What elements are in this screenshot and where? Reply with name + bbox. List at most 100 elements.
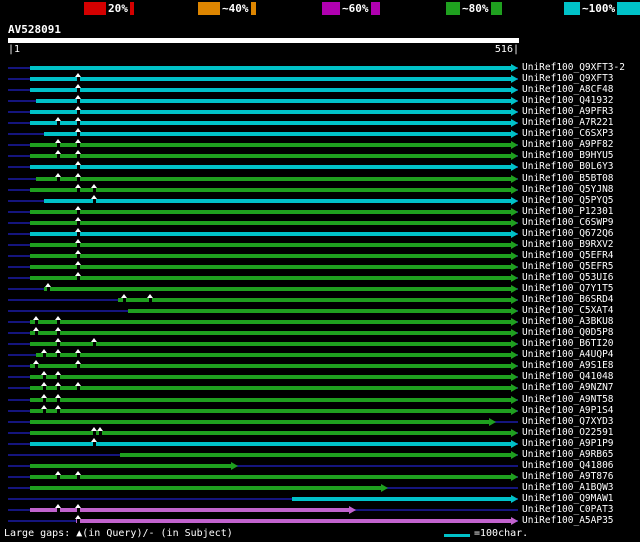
- gap-notch: [34, 320, 38, 325]
- hit-accession[interactable]: UniRef100_Q0D5P8: [522, 327, 614, 338]
- alignment-row: UniRef100_A7R221: [0, 117, 640, 128]
- alignment-bar[interactable]: [43, 132, 511, 137]
- hit-accession[interactable]: UniRef100_Q53UI6: [522, 272, 614, 283]
- alignment-bar[interactable]: [29, 209, 511, 214]
- arrowhead-icon: [511, 163, 518, 172]
- hit-accession[interactable]: UniRef100_P12301: [522, 206, 614, 217]
- alignment-bar[interactable]: [29, 110, 511, 115]
- gap-notch: [77, 519, 81, 524]
- query-accession: AV528091: [8, 23, 61, 36]
- hit-accession[interactable]: UniRef100_Q5PYQ5: [522, 195, 614, 206]
- hit-accession[interactable]: UniRef100_A7R221: [522, 117, 614, 128]
- alignment-bar[interactable]: [29, 441, 511, 446]
- hit-accession[interactable]: UniRef100_A3BKU8: [522, 316, 614, 327]
- hit-accession[interactable]: UniRef100_A9NZN7: [522, 382, 614, 393]
- arrowhead-icon: [511, 406, 518, 415]
- alignment-bar[interactable]: [29, 397, 511, 402]
- hit-accession[interactable]: UniRef100_B9HYU5: [522, 150, 614, 161]
- hit-accession[interactable]: UniRef100_Q41932: [522, 95, 614, 106]
- alignment-bar[interactable]: [29, 474, 511, 479]
- hit-accession[interactable]: UniRef100_A9T876: [522, 471, 614, 482]
- alignment-bar[interactable]: [29, 253, 511, 258]
- alignment-bar[interactable]: [29, 408, 511, 413]
- gap-notch: [42, 408, 46, 413]
- hit-accession[interactable]: UniRef100_A8CF48: [522, 84, 614, 95]
- hit-accession[interactable]: UniRef100_Q41048: [522, 371, 614, 382]
- alignment-bar[interactable]: [76, 519, 511, 524]
- hit-accession[interactable]: UniRef100_Q7XYD3: [522, 416, 614, 427]
- alignment-bar[interactable]: [29, 242, 511, 247]
- alignment-bar[interactable]: [43, 198, 511, 203]
- hit-accession[interactable]: UniRef100_A9NT58: [522, 394, 614, 405]
- alignment-bar[interactable]: [29, 463, 231, 468]
- alignment-bar[interactable]: [292, 496, 511, 501]
- scale-label: ~60%: [340, 2, 371, 15]
- hit-accession[interactable]: UniRef100_A4UQP4: [522, 349, 614, 360]
- large-gap-triangle-icon: [40, 404, 47, 409]
- hit-accession[interactable]: UniRef100_C5XAT4: [522, 305, 614, 316]
- alignment-bar[interactable]: [29, 165, 511, 170]
- alignment-bar[interactable]: [29, 320, 511, 325]
- hit-accession[interactable]: UniRef100_Q5EFR4: [522, 250, 614, 261]
- hit-accession[interactable]: UniRef100_A9P1S4: [522, 405, 614, 416]
- alignment-bar[interactable]: [35, 99, 511, 104]
- alignment-bar[interactable]: [29, 121, 511, 126]
- alignment-bar[interactable]: [29, 364, 511, 369]
- alignment-bar[interactable]: [29, 485, 382, 490]
- hit-accession[interactable]: UniRef100_C6SXP3: [522, 128, 614, 139]
- alignment-bar[interactable]: [29, 264, 511, 269]
- large-gap-triangle-icon: [75, 360, 82, 365]
- hit-accession[interactable]: UniRef100_A9P1P9: [522, 438, 614, 449]
- hit-accession[interactable]: UniRef100_B6SRD4: [522, 294, 614, 305]
- alignment-bar[interactable]: [35, 353, 511, 358]
- hit-accession[interactable]: UniRef100_B5BT08: [522, 173, 614, 184]
- hit-accession[interactable]: UniRef100_Q7Y1T5: [522, 283, 614, 294]
- hit-accession[interactable]: UniRef100_B9RXV2: [522, 239, 614, 250]
- hit-accession[interactable]: UniRef100_A9PF82: [522, 139, 614, 150]
- hit-accession[interactable]: UniRef100_C6SWP9: [522, 217, 614, 228]
- alignment-bar[interactable]: [29, 66, 511, 70]
- alignment-bar[interactable]: [29, 154, 511, 159]
- alignment-bar[interactable]: [43, 287, 511, 291]
- alignment-bar[interactable]: [29, 220, 511, 225]
- hit-accession[interactable]: UniRef100_O22591: [522, 427, 614, 438]
- hit-accession[interactable]: UniRef100_Q9MAW1: [522, 493, 614, 504]
- alignment-row: UniRef100_A9S1E8: [0, 360, 640, 371]
- alignment-row: UniRef100_B9HYU5: [0, 150, 640, 161]
- alignment-bar[interactable]: [29, 419, 490, 424]
- hit-accession[interactable]: UniRef100_A5AP35: [522, 515, 614, 526]
- hit-accession[interactable]: UniRef100_A9S1E8: [522, 360, 614, 371]
- gap-notch: [56, 176, 60, 181]
- hit-accession[interactable]: UniRef100_Q5EFR5: [522, 261, 614, 272]
- hit-accession[interactable]: UniRef100_Q5YJN8: [522, 184, 614, 195]
- hit-accession[interactable]: UniRef100_A1BQW3: [522, 482, 614, 493]
- large-gap-triangle-icon: [75, 349, 82, 354]
- hit-accession[interactable]: UniRef100_C0PAT3: [522, 504, 614, 515]
- arrowhead-icon: [511, 108, 518, 117]
- alignment-bar[interactable]: [29, 231, 511, 236]
- alignment-bar[interactable]: [119, 452, 511, 457]
- hit-accession[interactable]: UniRef100_Q41806: [522, 460, 614, 471]
- alignment-bar[interactable]: [35, 176, 511, 181]
- arrowhead-icon: [511, 351, 518, 360]
- alignment-bar[interactable]: [117, 298, 511, 303]
- hit-accession[interactable]: UniRef100_A9RB65: [522, 449, 614, 460]
- alignment-bar[interactable]: [29, 375, 511, 380]
- alignment-bar[interactable]: [29, 143, 511, 148]
- arrowhead-icon: [511, 97, 518, 106]
- alignment-row: UniRef100_A9PFR3: [0, 106, 640, 117]
- hit-accession[interactable]: UniRef100_A9PFR3: [522, 106, 614, 117]
- alignment-bar[interactable]: [127, 309, 511, 314]
- hit-accession[interactable]: UniRef100_Q672Q6: [522, 228, 614, 239]
- hit-accession[interactable]: UniRef100_Q9XFT3-2: [522, 62, 625, 73]
- alignment-bar[interactable]: [29, 77, 511, 82]
- alignment-bar[interactable]: [29, 187, 511, 192]
- alignment-bar[interactable]: [29, 342, 511, 347]
- alignment-bar[interactable]: [29, 275, 511, 280]
- hit-accession[interactable]: UniRef100_B6TI20: [522, 338, 614, 349]
- alignment-bar[interactable]: [29, 331, 511, 336]
- hit-accession[interactable]: UniRef100_B0L6Y3: [522, 161, 614, 172]
- hit-accession[interactable]: UniRef100_Q9XFT3: [522, 73, 614, 84]
- alignment-bar[interactable]: [29, 386, 511, 391]
- alignment-bar[interactable]: [29, 88, 511, 93]
